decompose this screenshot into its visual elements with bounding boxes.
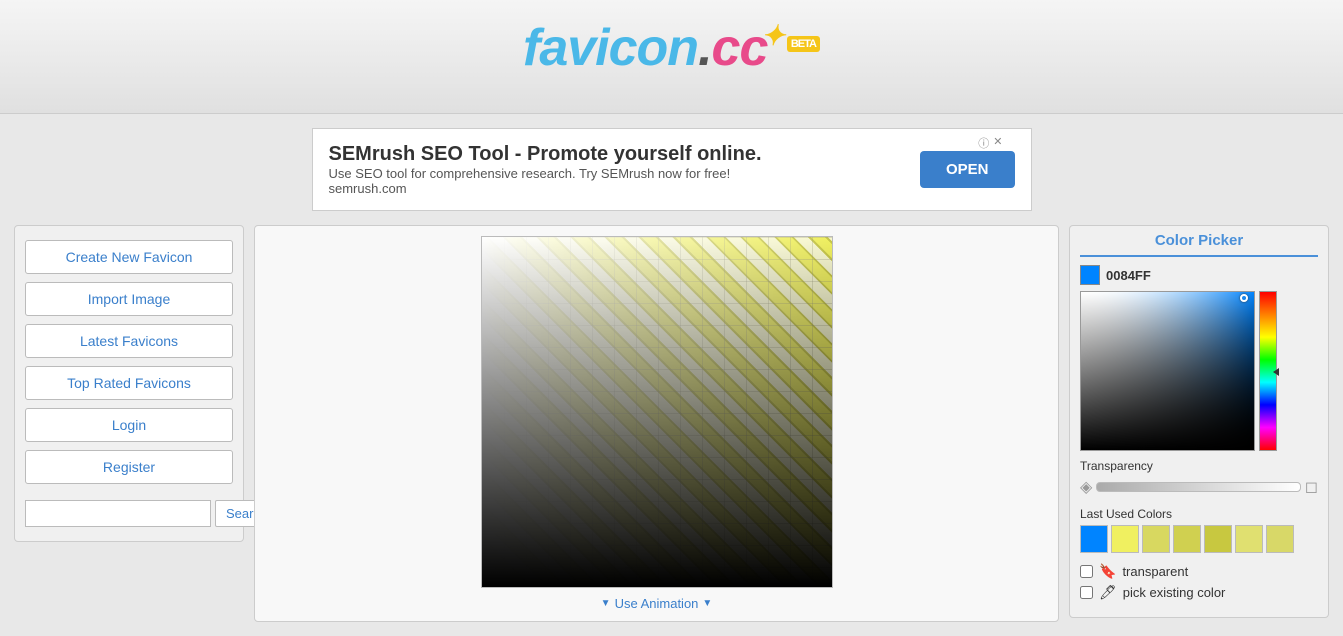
ad-controls[interactable]: ⓘ ✕ (978, 135, 1002, 151)
ad-close-icon[interactable]: ✕ (993, 135, 1002, 151)
last-used-swatch-7[interactable] (1266, 525, 1294, 553)
register-button[interactable]: Register (25, 450, 233, 484)
import-image-button[interactable]: Import Image (25, 282, 233, 316)
color-hex-row: 0084FF (1080, 265, 1318, 285)
hex-value-label: 0084FF (1106, 268, 1151, 283)
canvas-area: ▼ Use Animation ▼ (254, 225, 1059, 622)
pick-color-label: pick existing color (1123, 585, 1226, 600)
latest-favicons-button[interactable]: Latest Favicons (25, 324, 233, 358)
ad-open-button[interactable]: OPEN (920, 151, 1015, 188)
last-used-label: Last Used Colors (1080, 507, 1318, 521)
use-animation-label[interactable]: Use Animation (615, 596, 699, 611)
header: favicon.cc✦BETA favicon.cc (0, 0, 1343, 114)
top-rated-favicons-button[interactable]: Top Rated Favicons (25, 366, 233, 400)
transparency-label: Transparency (1080, 459, 1318, 473)
main-layout: Create New Favicon Import Image Latest F… (0, 225, 1343, 636)
favicon-canvas[interactable] (481, 236, 833, 588)
transparency-left-icon: ◈ (1080, 477, 1092, 497)
ad-description: Use SEO tool for comprehensive research.… (329, 166, 762, 181)
last-used-swatch-4[interactable] (1173, 525, 1201, 553)
logo-cc-text: cc (712, 18, 768, 78)
color-picker-title: Color Picker (1080, 232, 1318, 257)
ad-title: SEMrush SEO Tool - Promote yourself onli… (329, 143, 762, 166)
ad-banner: ⓘ ✕ SEMrush SEO Tool - Promote yourself … (312, 128, 1032, 211)
beta-badge: BETA (787, 36, 820, 52)
ad-content: SEMrush SEO Tool - Promote yourself onli… (329, 143, 762, 196)
site-logo: favicon.cc✦BETA (523, 18, 820, 78)
last-used-swatch-5[interactable] (1204, 525, 1232, 553)
hue-slider[interactable] (1259, 291, 1277, 451)
ad-info-icon[interactable]: ⓘ (978, 135, 989, 151)
current-color-swatch[interactable] (1080, 265, 1100, 285)
gradient-cursor (1240, 294, 1248, 302)
transparency-slider[interactable] (1096, 482, 1300, 492)
sun-icon: ✦ (761, 19, 783, 52)
color-gradient-picker[interactable] (1080, 291, 1255, 451)
pick-color-checkbox[interactable] (1080, 586, 1093, 599)
transparent-checkbox[interactable] (1080, 565, 1093, 578)
color-picker-panel: Color Picker 0084FF Transparency ◈ ◻ Las… (1069, 225, 1329, 618)
transparency-row: ◈ ◻ (1080, 477, 1318, 497)
last-used-swatch-6[interactable] (1235, 525, 1263, 553)
last-used-colors (1080, 525, 1318, 553)
sidebar: Create New Favicon Import Image Latest F… (14, 225, 244, 542)
arrow-down-icon-right: ▼ (702, 598, 712, 609)
create-new-favicon-button[interactable]: Create New Favicon (25, 240, 233, 274)
arrow-down-icon: ▼ (601, 598, 611, 609)
transparent-icon: 🔖 (1099, 563, 1116, 580)
ad-domain: semrush.com (329, 181, 762, 196)
search-input[interactable] (25, 500, 211, 527)
eyedropper-icon: 🖊 (1099, 584, 1117, 601)
last-used-swatch-3[interactable] (1142, 525, 1170, 553)
last-used-swatch-2[interactable] (1111, 525, 1139, 553)
logo-favicon-text: favicon (523, 18, 698, 78)
login-button[interactable]: Login (25, 408, 233, 442)
transparent-checkbox-row: 🔖 transparent (1080, 563, 1318, 580)
last-used-swatch-1[interactable] (1080, 525, 1108, 553)
hue-cursor (1273, 368, 1279, 376)
logo-dot: . (698, 18, 711, 78)
pick-color-checkbox-row: 🖊 pick existing color (1080, 584, 1318, 601)
transparent-label: transparent (1122, 564, 1188, 579)
picker-container (1080, 291, 1318, 451)
transparency-right-icon: ◻ (1305, 477, 1318, 497)
use-animation-toggle[interactable]: ▼ Use Animation ▼ (601, 596, 713, 611)
search-area: Search (25, 500, 233, 527)
